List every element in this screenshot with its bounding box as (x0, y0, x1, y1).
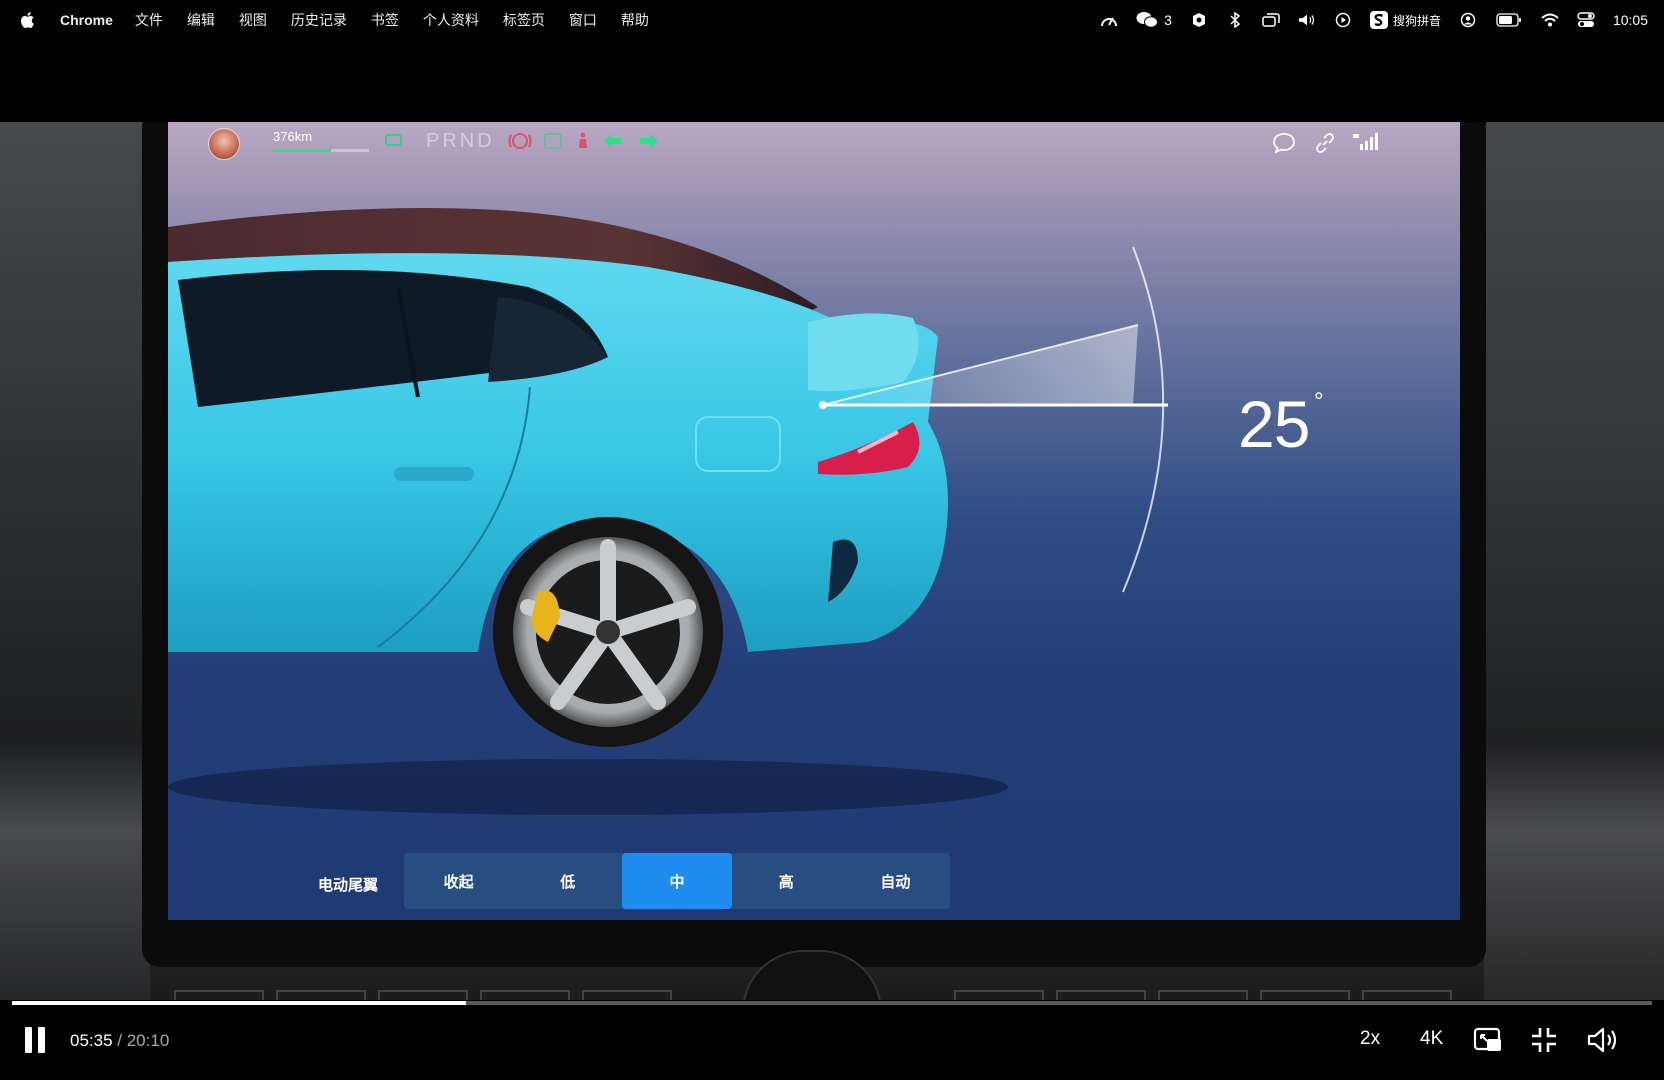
quality-button[interactable]: 4K (1420, 1028, 1443, 1050)
progress-bar[interactable] (12, 1001, 1652, 1005)
spoiler-option-auto[interactable]: 自动 (841, 853, 950, 909)
input-method[interactable]: 搜狗拼音 (1369, 11, 1441, 29)
control-center-icon[interactable] (1577, 11, 1595, 29)
menu-profiles[interactable]: 个人资料 (423, 10, 479, 30)
pause-icon-bar (38, 1027, 45, 1053)
progress-bar-fill (12, 1001, 467, 1005)
current-time: 05:35 (70, 1031, 113, 1050)
wechat-status[interactable]: 3 (1136, 11, 1172, 29)
spoiler-control-label: 电动尾翼 (318, 877, 379, 894)
play-circle-icon[interactable] (1334, 11, 1352, 29)
spoiler-option-low[interactable]: 低 (513, 853, 622, 909)
menu-window[interactable]: 窗口 (569, 10, 597, 30)
spoiler-angle-unit: ° (1314, 388, 1324, 415)
input-method-label: 搜狗拼音 (1392, 13, 1441, 28)
menu-bookmarks[interactable]: 书签 (371, 10, 399, 30)
video-frame[interactable]: 376km PRND 25 ° 电动尾翼 收起 低 中 高 自动 (0, 122, 1664, 1007)
volume-button-icon[interactable] (1586, 1026, 1620, 1054)
user-circle-icon[interactable] (1459, 11, 1477, 29)
screen-mirror-icon[interactable] (1262, 11, 1280, 29)
player-controls (0, 1000, 1664, 1080)
menu-bar: Chrome 文件 编辑 视图 历史记录 书签 个人资料 标签页 窗口 帮助 3… (0, 0, 1664, 40)
volume-icon[interactable] (1298, 11, 1316, 29)
speedometer-icon[interactable] (1100, 11, 1118, 29)
spoiler-option-retract[interactable]: 收起 (404, 853, 513, 909)
menu-tabs[interactable]: 标签页 (503, 10, 545, 30)
menu-app-name[interactable]: Chrome (60, 12, 113, 28)
bluetooth-icon[interactable] (1226, 11, 1244, 29)
pause-icon-bar (25, 1027, 32, 1053)
dashboard-right (1484, 122, 1664, 1007)
menu-view[interactable]: 视图 (239, 10, 267, 30)
spoiler-option-medium[interactable]: 中 (622, 853, 732, 909)
menu-clock[interactable]: 10:05 (1613, 12, 1648, 28)
car-display: 376km PRND 25 ° 电动尾翼 收起 低 中 高 自动 (168, 122, 1460, 920)
menu-history[interactable]: 历史记录 (291, 10, 347, 30)
exit-fullscreen-icon[interactable] (1530, 1026, 1558, 1054)
spoiler-angle-value: 25 (1238, 387, 1310, 461)
wechat-icon (1136, 12, 1159, 28)
pause-button[interactable] (24, 1027, 46, 1053)
car-illustration (168, 208, 1168, 815)
dashboard-left (0, 122, 150, 1007)
sogou-icon (1369, 11, 1388, 29)
spoiler-selector: 收起 低 中 高 自动 (404, 853, 950, 909)
time-display: 05:35 / 20:10 (70, 1031, 169, 1051)
apple-icon[interactable] (20, 11, 36, 29)
playback-speed-button[interactable]: 2x (1360, 1028, 1380, 1050)
menu-file[interactable]: 文件 (135, 10, 163, 30)
spoiler-option-high[interactable]: 高 (732, 853, 841, 909)
menu-edit[interactable]: 编辑 (187, 10, 215, 30)
battery-icon[interactable] (1495, 11, 1523, 29)
picture-in-picture-icon[interactable] (1473, 1027, 1503, 1053)
wifi-icon[interactable] (1541, 11, 1559, 29)
wechat-count: 3 (1164, 12, 1172, 28)
duration: / 20:10 (117, 1031, 170, 1050)
shield-icon[interactable] (1190, 11, 1208, 29)
menu-help[interactable]: 帮助 (621, 10, 649, 30)
